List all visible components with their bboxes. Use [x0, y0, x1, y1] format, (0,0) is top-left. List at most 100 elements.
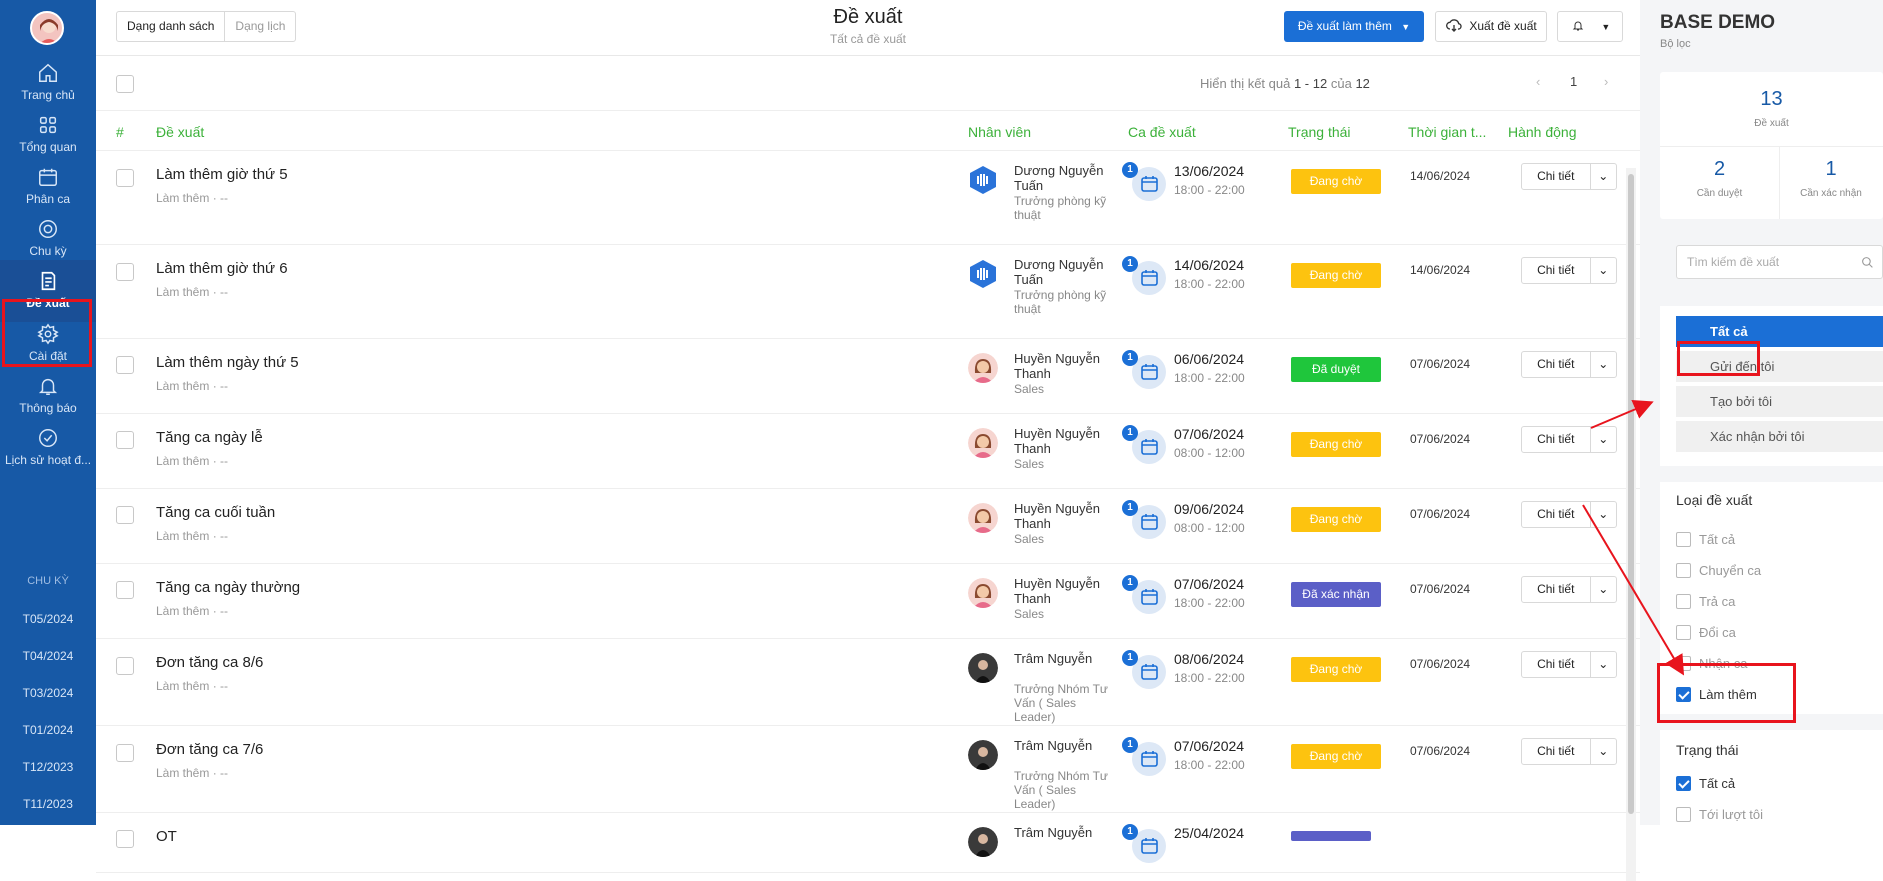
column-shift[interactable]: Ca đề xuất: [1128, 124, 1196, 140]
proposal-title[interactable]: Đơn tăng ca 8/6: [156, 654, 263, 671]
filter-checkbox[interactable]: Nhận ca: [1676, 656, 1747, 671]
proposal-title[interactable]: Tăng ca ngày lễ: [156, 429, 263, 446]
detail-button[interactable]: Chi tiết: [1522, 652, 1591, 677]
row-checkbox[interactable]: [116, 657, 134, 675]
chevron-down-icon[interactable]: ⌄: [1591, 352, 1616, 377]
row-checkbox[interactable]: [116, 744, 134, 762]
scrollbar-thumb[interactable]: [1628, 174, 1634, 814]
table-row[interactable]: Đơn tăng ca 8/6 Làm thêm · -- Trâm Nguyễn T…: [96, 639, 1640, 726]
filter-checkbox[interactable]: Trả ca: [1676, 594, 1735, 609]
filter-checkbox[interactable]: Đổi ca: [1676, 625, 1736, 640]
table-row[interactable]: Đơn tăng ca 7/6 Làm thêm · -- Trâm Nguyễn T…: [96, 726, 1640, 813]
sidebar: Trang chủ Tổng quan Phân ca Chu kỳ Đề xu…: [0, 0, 96, 825]
proposal-title[interactable]: Tăng ca cuối tuần: [156, 504, 275, 521]
shift-count-badge: 1: [1122, 162, 1138, 178]
detail-button[interactable]: Chi tiết: [1522, 352, 1591, 377]
table-row[interactable]: Tăng ca ngày thường Làm thêm · -- Huyền Ng…: [96, 564, 1640, 639]
detail-button[interactable]: Chi tiết: [1522, 258, 1591, 283]
table-row[interactable]: Làm thêm giờ thứ 5 Làm thêm · -- Dương Ngu…: [96, 151, 1640, 245]
filter-confirmed-by-me[interactable]: Xác nhận bởi tôi: [1676, 421, 1883, 452]
employee-avatar: [968, 653, 998, 683]
table-row[interactable]: Tăng ca cuối tuần Làm thêm · -- Huyền Nguy…: [96, 489, 1640, 564]
column-status[interactable]: Trạng thái: [1288, 124, 1351, 140]
select-all-checkbox[interactable]: [116, 75, 134, 93]
row-checkbox[interactable]: [116, 506, 134, 524]
shift-time: 18:00 - 22:00: [1174, 596, 1245, 610]
user-avatar[interactable]: [30, 11, 64, 45]
nav-history[interactable]: Lịch sử hoạt đ...: [0, 417, 96, 479]
create-overtime-button[interactable]: Đề xuất làm thêm ▼: [1284, 11, 1424, 42]
need-approve-count[interactable]: 2: [1660, 158, 1779, 181]
status-badge: [1291, 831, 1371, 841]
chevron-down-icon[interactable]: ⌄: [1591, 577, 1616, 602]
chevron-down-icon[interactable]: ⌄: [1591, 164, 1616, 189]
checkbox[interactable]: [1676, 807, 1691, 822]
period-item[interactable]: T04/2024: [0, 649, 96, 663]
proposal-title[interactable]: Làm thêm giờ thứ 5: [156, 166, 288, 183]
filter-checkbox[interactable]: Làm thêm: [1676, 687, 1757, 702]
row-checkbox[interactable]: [116, 263, 134, 281]
period-item[interactable]: T05/2024: [0, 612, 96, 626]
period-item[interactable]: T03/2024: [0, 686, 96, 700]
detail-button[interactable]: Chi tiết: [1522, 427, 1591, 452]
checkbox[interactable]: [1676, 776, 1691, 791]
filter-checkbox[interactable]: Chuyển ca: [1676, 563, 1761, 578]
table-row[interactable]: Làm thêm giờ thứ 6 Làm thêm · -- Dương Ngu…: [96, 245, 1640, 339]
checkbox[interactable]: [1676, 625, 1691, 640]
prev-page-icon[interactable]: ‹: [1536, 74, 1540, 89]
period-item[interactable]: T12/2023: [0, 760, 96, 774]
proposal-title[interactable]: OT: [156, 828, 177, 845]
shift-time: 08:00 - 12:00: [1174, 446, 1245, 460]
period-item[interactable]: T11/2023: [0, 797, 96, 811]
filter-all[interactable]: Tất cả: [1676, 316, 1883, 347]
checkbox[interactable]: [1676, 532, 1691, 547]
filter-checkbox[interactable]: Tới lượt tôi: [1676, 807, 1763, 822]
column-proposal[interactable]: Đề xuất: [156, 124, 204, 140]
search-input[interactable]: Tìm kiếm đề xuất: [1676, 245, 1883, 279]
row-checkbox[interactable]: [116, 581, 134, 599]
checkbox[interactable]: [1676, 687, 1691, 702]
checkbox[interactable]: [1676, 594, 1691, 609]
notification-dropdown[interactable]: ▼: [1557, 11, 1623, 42]
proposal-title[interactable]: Làm thêm giờ thứ 6: [156, 260, 288, 277]
filter-checkbox[interactable]: Tất cả: [1676, 776, 1735, 791]
shift-count-badge: 1: [1122, 350, 1138, 366]
shift-count-badge: 1: [1122, 425, 1138, 441]
checkbox[interactable]: [1676, 656, 1691, 671]
period-item[interactable]: T01/2024: [0, 723, 96, 737]
detail-button[interactable]: Chi tiết: [1522, 502, 1591, 527]
column-time[interactable]: Thời gian t...: [1408, 124, 1486, 140]
proposal-title[interactable]: Tăng ca ngày thường: [156, 579, 300, 596]
filter-created-by-me[interactable]: Tạo bởi tôi: [1676, 386, 1883, 417]
chevron-down-icon[interactable]: ⌄: [1591, 427, 1616, 452]
checkbox[interactable]: [1676, 563, 1691, 578]
chevron-down-icon[interactable]: ⌄: [1591, 502, 1616, 527]
table-row[interactable]: OT Trâm Nguyễn 1 25/04/2024: [96, 813, 1640, 873]
detail-button[interactable]: Chi tiết: [1522, 739, 1591, 764]
export-button[interactable]: Xuất đề xuất: [1435, 11, 1547, 42]
table-row[interactable]: Làm thêm ngày thứ 5 Làm thêm · -- Huyền Ng…: [96, 339, 1640, 414]
chevron-down-icon[interactable]: ⌄: [1591, 258, 1616, 283]
need-confirm-count[interactable]: 1: [1779, 158, 1883, 181]
row-checkbox[interactable]: [116, 356, 134, 374]
proposal-title[interactable]: Làm thêm ngày thứ 5: [156, 354, 299, 371]
filter-sent-to-me[interactable]: Gửi đến tôi: [1676, 351, 1883, 382]
row-checkbox[interactable]: [116, 830, 134, 848]
table-row[interactable]: Tăng ca ngày lễ Làm thêm · -- Huyền Nguyễn…: [96, 414, 1640, 489]
detail-button[interactable]: Chi tiết: [1522, 577, 1591, 602]
row-action-group: Chi tiết ⌄: [1521, 426, 1617, 453]
vertical-scrollbar[interactable]: [1626, 168, 1636, 881]
next-page-icon[interactable]: ›: [1604, 74, 1608, 89]
employee-name: Huyền Nguyễn Thanh: [1014, 576, 1100, 606]
detail-button[interactable]: Chi tiết: [1522, 164, 1591, 189]
employee-name: Huyền Nguyễn Thanh: [1014, 351, 1100, 381]
column-employee[interactable]: Nhân viên: [968, 124, 1031, 140]
chevron-down-icon[interactable]: ⌄: [1591, 652, 1616, 677]
chevron-down-icon[interactable]: ⌄: [1591, 739, 1616, 764]
filter-checkbox[interactable]: Tất cả: [1676, 532, 1735, 547]
current-page[interactable]: 1: [1570, 74, 1577, 89]
row-checkbox[interactable]: [116, 169, 134, 187]
row-checkbox[interactable]: [116, 431, 134, 449]
proposal-title[interactable]: Đơn tăng ca 7/6: [156, 741, 263, 758]
proposal-type: Làm thêm · --: [156, 766, 229, 780]
